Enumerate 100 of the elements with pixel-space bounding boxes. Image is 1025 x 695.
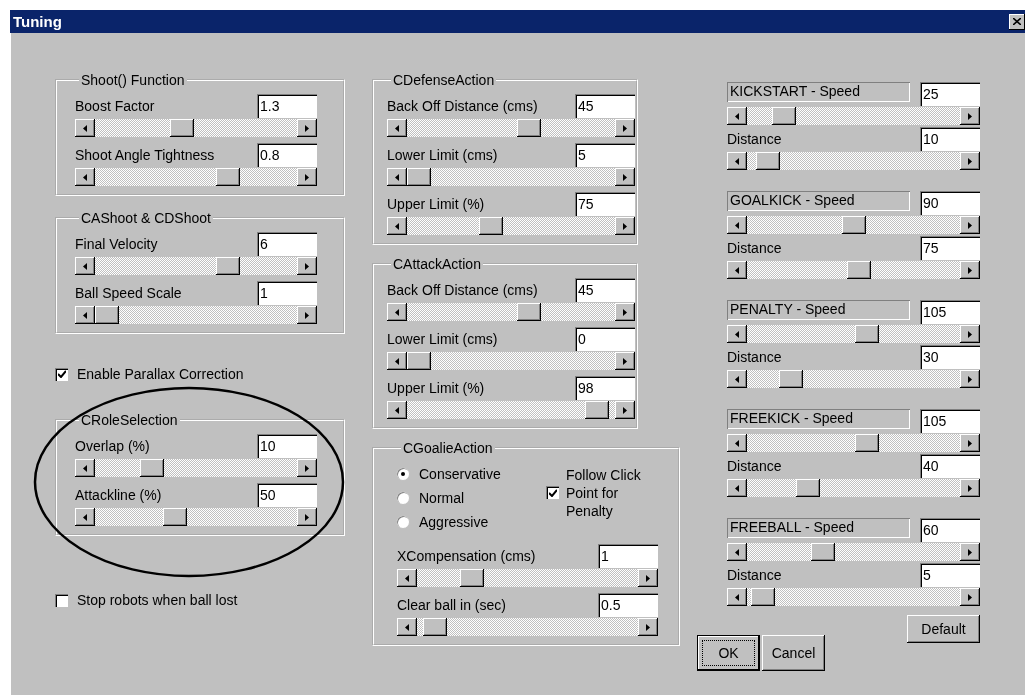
- scroll-right-button[interactable]: [638, 569, 658, 587]
- checkbox-label[interactable]: Stop robots when ball lost: [77, 592, 238, 608]
- scroll-left-button[interactable]: [75, 306, 95, 324]
- slider-thumb[interactable]: [854, 325, 879, 343]
- scroll-right-button[interactable]: [615, 401, 635, 419]
- scroll-right-button[interactable]: [297, 257, 317, 275]
- scroll-left-button[interactable]: [387, 119, 407, 137]
- scroll-left-button[interactable]: [727, 543, 747, 561]
- scroll-left-button[interactable]: [387, 303, 407, 321]
- slider-thumb[interactable]: [585, 401, 610, 419]
- value-field[interactable]: 105: [920, 409, 980, 433]
- value-field[interactable]: 30: [920, 345, 980, 369]
- value-field[interactable]: 60: [920, 518, 980, 542]
- slider-thumb[interactable]: [139, 459, 164, 477]
- radio-label[interactable]: Aggressive: [419, 514, 489, 530]
- value-field[interactable]: 105: [920, 300, 980, 324]
- scroll-right-button[interactable]: [615, 303, 635, 321]
- scroll-left-button[interactable]: [387, 352, 407, 370]
- value-field[interactable]: 0.8: [257, 143, 317, 167]
- scroll-right-button[interactable]: [297, 168, 317, 186]
- slider-thumb[interactable]: [756, 152, 781, 170]
- scroll-right-button[interactable]: [960, 370, 980, 388]
- value-field[interactable]: 6: [257, 232, 317, 256]
- scroll-right-button[interactable]: [960, 325, 980, 343]
- slider-thumb[interactable]: [779, 370, 804, 388]
- scroll-right-button[interactable]: [638, 618, 658, 636]
- value-field[interactable]: 45: [575, 94, 635, 118]
- value-field[interactable]: 40: [920, 454, 980, 478]
- value-field[interactable]: 50: [257, 483, 317, 507]
- close-button[interactable]: [1009, 13, 1025, 30]
- slider-thumb[interactable]: [407, 352, 431, 370]
- radio-button[interactable]: [396, 515, 410, 529]
- scroll-left-button[interactable]: [727, 325, 747, 343]
- slider-thumb[interactable]: [169, 119, 194, 137]
- scroll-right-button[interactable]: [615, 352, 635, 370]
- slider-thumb[interactable]: [517, 303, 542, 321]
- scroll-right-button[interactable]: [297, 306, 317, 324]
- value-field[interactable]: 5: [920, 563, 980, 587]
- checkbox-label[interactable]: Follow Click Point for Penalty: [566, 466, 658, 520]
- scroll-left-button[interactable]: [727, 588, 747, 606]
- value-field[interactable]: 5: [575, 143, 635, 167]
- scroll-right-button[interactable]: [297, 459, 317, 477]
- scroll-right-button[interactable]: [297, 508, 317, 526]
- scroll-right-button[interactable]: [960, 588, 980, 606]
- radio-button[interactable]: [396, 467, 410, 481]
- scroll-right-button[interactable]: [960, 543, 980, 561]
- checkbox[interactable]: [55, 367, 68, 381]
- slider-thumb[interactable]: [407, 168, 431, 186]
- value-field[interactable]: 75: [920, 236, 980, 260]
- scroll-left-button[interactable]: [397, 569, 417, 587]
- checkbox[interactable]: [55, 593, 68, 607]
- slider-thumb[interactable]: [854, 434, 879, 452]
- slider-thumb[interactable]: [796, 479, 821, 497]
- scroll-left-button[interactable]: [387, 401, 407, 419]
- checkbox-label[interactable]: Enable Parallax Correction: [77, 366, 244, 382]
- slider-thumb[interactable]: [811, 543, 836, 561]
- radio-label[interactable]: Conservative: [419, 466, 501, 482]
- slider-thumb[interactable]: [841, 216, 866, 234]
- cancel-button[interactable]: Cancel: [762, 635, 825, 671]
- slider-thumb[interactable]: [750, 588, 775, 606]
- scroll-right-button[interactable]: [297, 119, 317, 137]
- scroll-left-button[interactable]: [727, 434, 747, 452]
- scroll-right-button[interactable]: [960, 107, 980, 125]
- scroll-left-button[interactable]: [75, 508, 95, 526]
- scroll-left-button[interactable]: [75, 257, 95, 275]
- slider-thumb[interactable]: [216, 168, 241, 186]
- radio-label[interactable]: Normal: [419, 490, 465, 506]
- value-field[interactable]: 90: [920, 191, 980, 215]
- scroll-right-button[interactable]: [615, 168, 635, 186]
- scroll-left-button[interactable]: [75, 119, 95, 137]
- value-field[interactable]: 1: [257, 281, 317, 305]
- value-field[interactable]: 10: [257, 434, 317, 458]
- value-field[interactable]: 45: [575, 278, 635, 302]
- slider-thumb[interactable]: [517, 119, 542, 137]
- slider-thumb[interactable]: [478, 217, 503, 235]
- value-field[interactable]: 75: [575, 192, 635, 216]
- value-field[interactable]: 1: [598, 544, 658, 568]
- value-field[interactable]: 25: [920, 82, 980, 106]
- scroll-right-button[interactable]: [960, 216, 980, 234]
- scroll-left-button[interactable]: [727, 370, 747, 388]
- slider-thumb[interactable]: [771, 107, 796, 125]
- slider-thumb[interactable]: [460, 569, 485, 587]
- slider-thumb[interactable]: [95, 306, 119, 324]
- scroll-right-button[interactable]: [960, 261, 980, 279]
- scroll-left-button[interactable]: [75, 459, 95, 477]
- scroll-left-button[interactable]: [727, 479, 747, 497]
- scroll-left-button[interactable]: [387, 168, 407, 186]
- value-field[interactable]: 10: [920, 127, 980, 151]
- scroll-right-button[interactable]: [615, 217, 635, 235]
- scroll-left-button[interactable]: [397, 618, 417, 636]
- value-field[interactable]: 0.5: [598, 593, 658, 617]
- radio-button[interactable]: [396, 491, 410, 505]
- scroll-left-button[interactable]: [387, 217, 407, 235]
- scroll-left-button[interactable]: [727, 261, 747, 279]
- scroll-right-button[interactable]: [960, 434, 980, 452]
- value-field[interactable]: 0: [575, 327, 635, 351]
- slider-thumb[interactable]: [422, 618, 447, 636]
- slider-thumb[interactable]: [847, 261, 872, 279]
- slider-thumb[interactable]: [216, 257, 241, 275]
- scroll-right-button[interactable]: [615, 119, 635, 137]
